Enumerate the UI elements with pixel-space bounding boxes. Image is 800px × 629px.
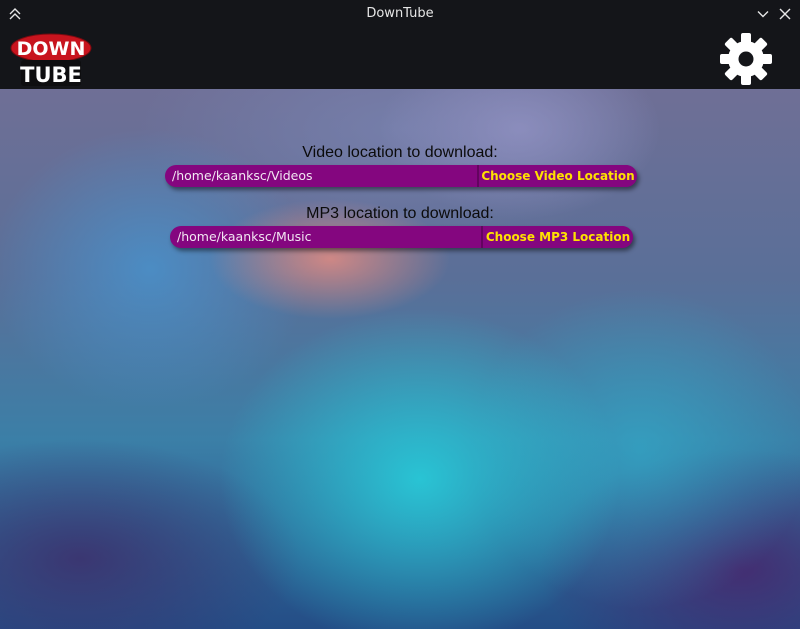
main-panel: Video location to download: Choose Video… <box>0 89 800 629</box>
mp3-path-field[interactable] <box>170 226 483 248</box>
gear-icon[interactable] <box>720 33 772 85</box>
video-location-row: Choose Video Location <box>165 165 637 187</box>
close-button[interactable] <box>776 5 794 23</box>
choose-mp3-location-button[interactable]: Choose MP3 Location <box>483 226 633 248</box>
window-title: DownTube <box>366 6 434 21</box>
app-header: DOWN TUBE <box>0 28 800 89</box>
title-bar: DownTube <box>0 0 800 28</box>
logo-text-top: DOWN <box>17 38 86 60</box>
video-path-field[interactable] <box>165 165 479 187</box>
video-location-label: Video location to download: <box>302 144 498 161</box>
minimize-button[interactable] <box>754 5 772 23</box>
mp3-location-label: MP3 location to download: <box>306 205 494 222</box>
choose-video-location-button[interactable]: Choose Video Location <box>479 165 637 187</box>
logo-text-bottom: TUBE <box>20 63 82 87</box>
close-icon <box>779 8 791 20</box>
mp3-location-row: Choose MP3 Location <box>170 226 633 248</box>
app-window: DownTube DOWN TUBE Video location to dow… <box>0 0 800 629</box>
chevron-down-icon <box>757 11 769 18</box>
downtube-logo: DOWN TUBE <box>10 33 92 87</box>
